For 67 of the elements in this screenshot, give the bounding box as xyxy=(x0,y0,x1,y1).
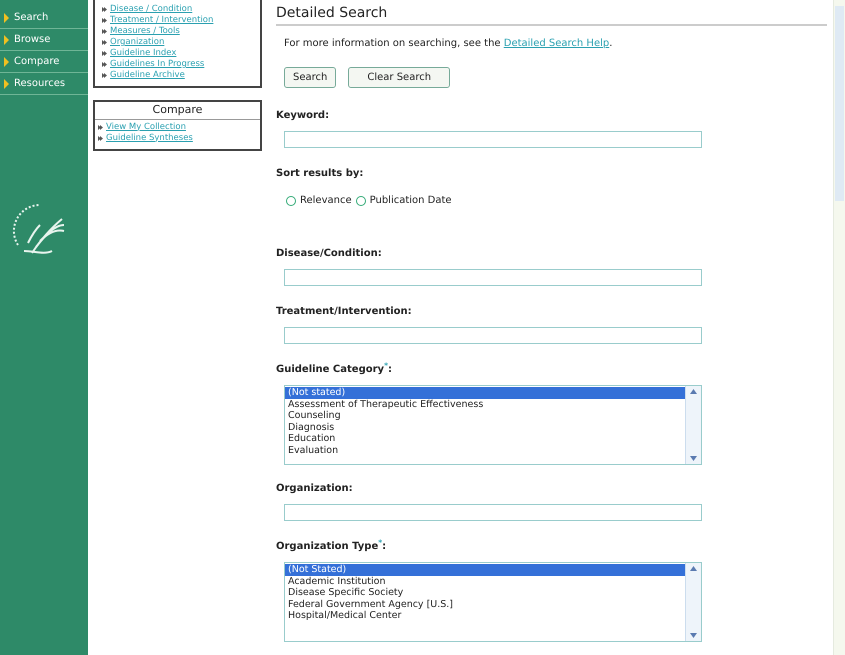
triangle-icon xyxy=(4,78,9,88)
page-scrollbar[interactable] xyxy=(833,0,845,655)
triangle-icon xyxy=(4,34,9,44)
list-option[interactable]: Academic Institution xyxy=(285,576,685,587)
scrollbar[interactable] xyxy=(685,563,701,641)
input-field[interactable] xyxy=(284,131,702,148)
list-option[interactable]: Counseling xyxy=(285,410,685,422)
link[interactable]: Guideline Index xyxy=(110,48,176,59)
scrollbar[interactable] xyxy=(685,386,701,464)
bullet-icon xyxy=(102,40,107,45)
bullet-icon xyxy=(98,136,103,140)
field-label: Sort results by: xyxy=(276,167,364,181)
radio-button[interactable] xyxy=(356,196,366,206)
page-title: Detailed Search xyxy=(276,0,827,26)
bullet-icon xyxy=(102,7,107,12)
list-option[interactable]: Federal Government Agency [U.S.] xyxy=(285,598,685,610)
input-field[interactable] xyxy=(284,327,702,344)
scroll-up-icon xyxy=(690,566,697,571)
list-option[interactable]: (Not stated) xyxy=(285,387,685,398)
list-option[interactable]: Education xyxy=(285,433,685,444)
list-box[interactable]: (Not stated) Assessment of Therapeutic Effectiveness Counseling Diagnosis Education Evaluation xyxy=(284,385,702,465)
link[interactable]: Organization xyxy=(110,37,164,48)
link[interactable]: Guideline Syntheses xyxy=(106,132,193,144)
link[interactable]: Guideline Archive xyxy=(110,70,185,81)
bullet-icon xyxy=(102,18,107,23)
field-label: Organization Type$^{*}$: xyxy=(276,539,388,554)
triangle-icon xyxy=(4,12,9,22)
list-option[interactable]: Hospital/Medical Center xyxy=(285,610,685,622)
sidebar-item[interactable]: Compare xyxy=(0,51,88,73)
bullet-icon xyxy=(102,62,107,67)
list-option[interactable]: Evaluation xyxy=(285,444,685,456)
list-option[interactable]: Disease Specific Society xyxy=(285,587,685,598)
bullet-icon xyxy=(98,124,103,130)
radio-label: Relevance xyxy=(300,194,352,208)
search-button[interactable]: Search xyxy=(284,67,336,88)
scroll-down-icon xyxy=(690,456,697,461)
link[interactable]: View My Collection xyxy=(106,122,186,132)
input-field[interactable] xyxy=(284,269,702,286)
field-label: Disease/Condition: xyxy=(276,247,383,261)
field-label: Organization: xyxy=(276,482,354,496)
list-option[interactable]: Diagnosis xyxy=(285,422,685,433)
triangle-icon xyxy=(4,56,9,66)
bullet-icon xyxy=(102,73,107,78)
sidebar-item[interactable]: Resources xyxy=(0,73,88,95)
intro-text: For more information on searching, see the Detailed Search Help. xyxy=(284,37,614,51)
clear-search-button[interactable]: Clear Search xyxy=(348,67,450,88)
link[interactable]: Disease / Condition xyxy=(110,4,192,15)
sidebar-item[interactable]: Search xyxy=(0,7,88,29)
list-option[interactable]: Assessment of Therapeutic Effectiveness xyxy=(285,398,685,410)
box-title: Compare xyxy=(95,102,260,120)
link[interactable]: Measures / Tools xyxy=(110,26,180,37)
field-label: Guideline Category$^{*}$: xyxy=(276,362,393,377)
sidebar-item[interactable]: Browse xyxy=(0,29,88,51)
bullet-icon xyxy=(102,29,107,34)
field-label: Treatment/Intervention: xyxy=(276,305,413,319)
radio-label: Publication Date xyxy=(370,194,452,208)
bullet-icon xyxy=(102,51,107,56)
link[interactable]: Treatment / Intervention xyxy=(110,15,214,26)
input-field[interactable] xyxy=(284,504,702,521)
scroll-up-icon xyxy=(690,389,697,394)
field-label: Keyword: xyxy=(276,109,330,123)
list-box[interactable]: (Not Stated) Academic Institution Disease Specific Society Federal Government Agency [U.S.] Hospital/Medical Center xyxy=(284,562,702,642)
radio-button[interactable] xyxy=(286,196,296,206)
help-link[interactable]: Detailed Search Help xyxy=(504,38,610,49)
list-option[interactable]: (Not Stated) xyxy=(285,564,685,576)
scroll-down-icon xyxy=(690,633,697,638)
link[interactable]: Guidelines In Progress xyxy=(110,59,204,70)
